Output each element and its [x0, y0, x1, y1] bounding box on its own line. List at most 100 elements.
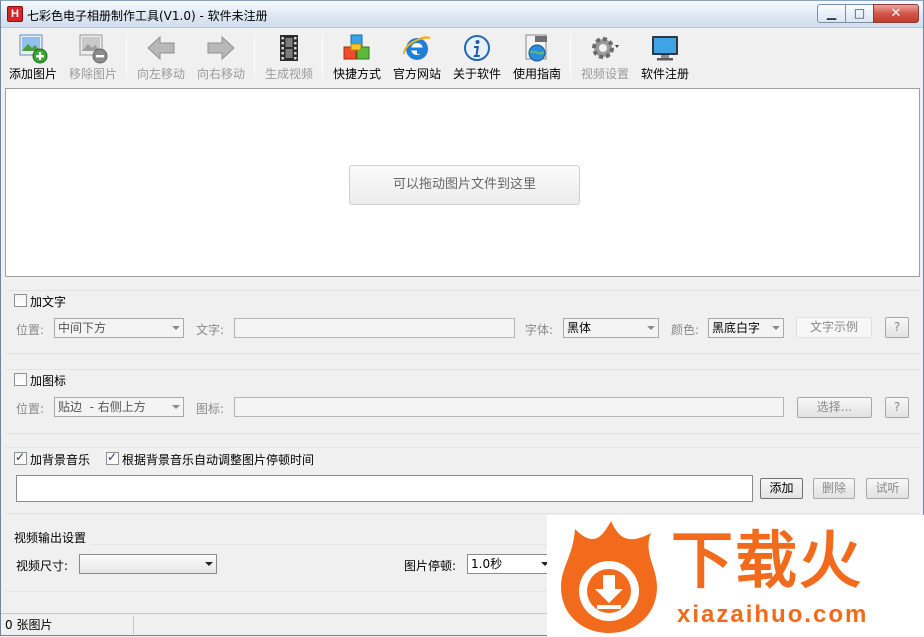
about-button[interactable]: 关于软件 [448, 31, 506, 81]
output-settings-title: 视频输出设置 [14, 531, 87, 545]
text-sample-button[interactable]: 文字示例 [796, 317, 872, 338]
text-position-value: 中间下方 [58, 321, 107, 335]
maximize-icon: □ [853, 6, 866, 20]
delete-music-button[interactable]: 删除 [813, 478, 855, 499]
ie-icon [403, 36, 431, 60]
chevron-down-icon [172, 326, 180, 330]
official-site-button[interactable]: 官方网站 [388, 31, 446, 81]
music-file-input[interactable] [16, 475, 753, 502]
color-select[interactable]: 黑底白字 [708, 318, 784, 338]
chevron-down-icon [647, 326, 655, 330]
window-title: 七彩色电子相册制作工具(V1.0) - 软件未注册 [27, 9, 268, 23]
maximize-button[interactable]: □ [845, 4, 874, 23]
app-window: H 七彩色电子相册制作工具(V1.0) - 软件未注册 ▁ □ ✕ 添加图片 移… [0, 0, 924, 637]
help-globe-icon [525, 34, 547, 62]
arrow-right-icon [207, 35, 235, 61]
icon-position-select[interactable]: 贴边 - 右侧上方 [54, 397, 184, 417]
register-button[interactable]: 软件注册 [636, 31, 694, 81]
auto-adjust-label: 根据背景音乐自动调整图片停顿时间 [122, 453, 315, 467]
add-icon-label: 加图标 [30, 374, 67, 388]
text-content-input[interactable] [234, 318, 515, 338]
remove-image-label: 移除图片 [68, 67, 117, 81]
user-guide-label: 使用指南 [512, 67, 561, 81]
shortcut-label: 快捷方式 [332, 67, 381, 81]
remove-image-button[interactable]: 移除图片 [65, 31, 121, 81]
minimize-button[interactable]: ▁ [817, 4, 846, 23]
bgm-checkbox[interactable] [14, 450, 27, 465]
generate-video-button[interactable]: 生成视频 [260, 31, 318, 81]
about-label: 关于软件 [452, 67, 501, 81]
generate-video-label: 生成视频 [264, 67, 313, 81]
preview-music-button[interactable]: 试听 [866, 478, 909, 499]
image-count: 0 张图片 [1, 616, 134, 634]
chevron-down-icon [172, 405, 180, 409]
add-text-label: 加文字 [30, 295, 67, 309]
group-divider [91, 544, 547, 545]
remove-image-icon [79, 34, 108, 64]
app-logo-icon: H [7, 6, 23, 22]
text-position-select[interactable]: 中间下方 [54, 318, 184, 338]
arrow-left-icon [147, 35, 175, 61]
video-settings-label: 视频设置 [580, 67, 629, 81]
info-icon [464, 35, 490, 61]
cubes-icon [343, 34, 370, 60]
select-icon-button[interactable]: 选择... [797, 397, 872, 418]
pause-select[interactable]: 1.0秒 [467, 554, 553, 574]
font-select[interactable]: 黑体 [563, 318, 659, 338]
title-bar[interactable]: H 七彩色电子相册制作工具(V1.0) - 软件未注册 ▁ □ ✕ [1, 1, 923, 28]
gear-icon [592, 37, 619, 59]
bgm-label: 加背景音乐 [30, 453, 91, 467]
pause-label: 图片停顿: [404, 559, 457, 573]
close-button[interactable]: ✕ [873, 4, 919, 23]
chevron-down-icon [772, 326, 780, 330]
video-settings-button[interactable]: 视频设置 [576, 31, 634, 81]
icon-help-button[interactable]: ? [885, 397, 909, 418]
move-left-button[interactable]: 向左移动 [132, 31, 190, 81]
add-music-button[interactable]: 添加 [760, 478, 803, 499]
minimize-icon: ▁ [826, 6, 837, 20]
text-position-label: 位置: [16, 323, 45, 337]
color-value: 黑底白字 [712, 321, 761, 335]
toolbar: 添加图片 移除图片 向左移动 向右移动 生成视频 快捷方式 官方网站 关于软件 … [1, 28, 923, 84]
text-help-button[interactable]: ? [885, 317, 909, 338]
add-text-checkbox[interactable] [14, 294, 27, 307]
toolbar-separator [570, 34, 571, 78]
add-image-icon [19, 34, 48, 64]
flame-logo-icon [561, 521, 657, 633]
image-drop-area[interactable]: 可以拖动图片文件到这里 [5, 88, 920, 277]
font-label: 字体: [525, 323, 554, 337]
chevron-down-icon [205, 562, 213, 566]
toolbar-separator [126, 34, 127, 78]
video-size-select[interactable] [79, 554, 217, 574]
add-image-button[interactable]: 添加图片 [5, 31, 61, 81]
user-guide-button[interactable]: 使用指南 [508, 31, 566, 81]
group-divider [5, 369, 920, 370]
shortcut-button[interactable]: 快捷方式 [328, 31, 386, 81]
icon-file-input[interactable] [234, 397, 784, 417]
move-right-label: 向右移动 [196, 67, 245, 81]
font-value: 黑体 [567, 321, 592, 335]
text-content-label: 文字: [196, 323, 225, 337]
group-divider [5, 433, 920, 434]
toolbar-separator [254, 34, 255, 78]
close-icon: ✕ [890, 6, 902, 21]
pause-value: 1.0秒 [471, 557, 503, 571]
icon-position-label: 位置: [16, 402, 45, 416]
watermark-url: xiazaihuo.com [677, 601, 869, 628]
group-divider [5, 513, 920, 514]
register-label: 软件注册 [640, 67, 689, 81]
official-site-label: 官方网站 [392, 67, 441, 81]
monitor-icon [652, 36, 678, 61]
icon-file-label: 图标: [196, 402, 225, 416]
group-divider [5, 290, 920, 291]
group-divider [5, 353, 920, 354]
add-icon-checkbox[interactable] [14, 373, 27, 386]
move-right-button[interactable]: 向右移动 [192, 31, 250, 81]
icon-position-value: 贴边 - 右侧上方 [58, 400, 146, 414]
color-label: 颜色: [671, 323, 700, 337]
auto-adjust-checkbox[interactable] [106, 450, 119, 465]
film-icon [280, 35, 298, 61]
toolbar-separator [322, 34, 323, 78]
group-divider [5, 447, 920, 448]
window-controls: ▁ □ ✕ [817, 4, 919, 23]
